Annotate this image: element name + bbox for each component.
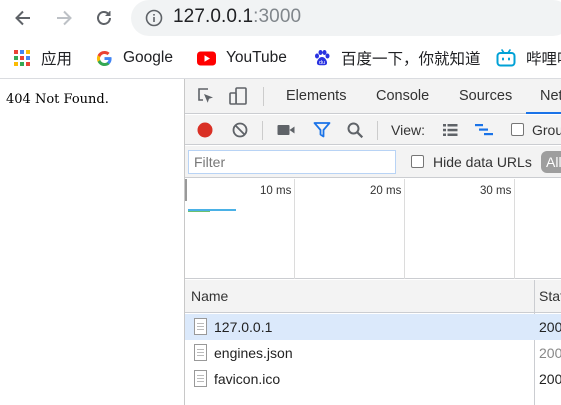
tab-console[interactable]: Console [376,79,429,114]
request-name: favicon.ico [214,371,281,387]
grid-line [514,179,515,279]
url-port: :3000 [253,6,302,27]
bookmark-label: Google [123,49,173,66]
filter-all-chip[interactable]: All [541,151,561,173]
forward-button[interactable] [50,4,78,32]
bookmark-bilibili[interactable]: 哔哩哔 [496,40,561,76]
column-header-name[interactable]: Name [191,280,228,313]
tab-sources[interactable]: Sources [459,79,512,114]
bookmarks-bar: 应用 Google YouTube du 百度一下，你就知道 哔哩哔 [0,40,561,76]
back-button[interactable] [9,4,37,32]
record-button[interactable] [194,119,216,141]
table-row[interactable]: 127.0.0.1 200 [185,314,561,340]
reload-button[interactable] [90,4,118,32]
overview-tick-label: 20 ms [370,185,402,197]
browser-toolbar: 127.0.0.1:3000 [0,0,561,36]
view-label: View: [391,122,425,138]
document-icon [194,370,207,387]
bookmark-label: 应用 [41,51,73,68]
arrow-right-icon [57,10,72,26]
svg-text:du: du [319,60,325,66]
waterfall-icon [475,124,493,136]
baidu-paw-icon: du [313,49,331,67]
bookmark-label: YouTube [226,49,287,66]
request-status: 200 [539,319,561,335]
inspect-cursor-icon [198,88,213,103]
document-icon [194,344,207,361]
record-icon [197,122,213,138]
search-button[interactable] [344,119,366,141]
request-status: 200 [539,345,561,361]
clear-icon [232,122,248,138]
overview-tick-label: 10 ms [260,185,292,197]
address-bar[interactable]: 127.0.0.1:3000 [131,0,561,36]
funnel-icon [313,122,331,138]
info-icon[interactable] [145,9,163,32]
page-body-text: 404 Not Found. [6,92,109,107]
device-toolbar-button[interactable] [227,85,249,107]
bookmark-apps[interactable]: 应用 [13,40,72,76]
tab-elements[interactable]: Elements [286,79,346,114]
tab-network[interactable]: Net [526,79,561,114]
bilibili-icon [496,49,516,67]
grid-line [404,179,405,279]
capture-screenshots-button[interactable] [275,119,297,141]
show-overview-button[interactable] [473,119,495,141]
bookmark-label: 百度一下，你就知道 [341,51,481,68]
request-name: 127.0.0.1 [214,319,273,335]
filter-bar: Hide data URLs All [185,146,561,178]
overview-tick-label: 30 ms [480,185,512,197]
group-by-frame-label: Grou [532,122,561,138]
bookmark-label: 哔哩哔 [526,51,561,68]
document-icon [194,318,207,335]
network-toolbar: View: Grou [185,115,561,145]
column-header-status[interactable]: Stat [539,280,561,313]
table-row[interactable]: favicon.ico 200 [185,366,561,392]
clear-button[interactable] [229,119,251,141]
reload-icon [97,11,111,25]
overview-start-marker [185,179,187,201]
toolbar-divider [262,121,263,140]
devtools-panel: Elements Console Sources Net View: Grou … [184,79,561,405]
url-host: 127.0.0.1 [173,6,254,27]
toolbar-divider [377,121,378,140]
request-status: 200 [539,371,561,387]
list-rows-icon [443,124,458,136]
table-header: Name Stat [185,280,561,313]
hide-data-urls-checkbox[interactable] [411,155,424,168]
toolbar-divider [263,87,264,106]
request-timing-bar [188,211,210,212]
filter-input[interactable] [188,150,396,174]
grid-line [294,179,295,279]
bookmark-baidu[interactable]: du 百度一下，你就知道 [313,40,481,76]
google-icon [96,50,113,67]
hide-data-urls-label: Hide data URLs [433,154,532,170]
devtools-tab-bar: Elements Console Sources Net [185,79,561,114]
video-camera-icon [277,125,295,135]
bookmark-youtube[interactable]: YouTube [197,40,287,76]
device-mobile-icon [229,87,247,105]
large-rows-button[interactable] [439,119,461,141]
network-overview: 10 ms 20 ms 30 ms [185,179,561,279]
group-by-frame-checkbox[interactable] [511,123,524,136]
arrow-left-icon [15,10,30,26]
inspect-element-button[interactable] [195,85,217,107]
search-icon [347,122,364,139]
youtube-icon [197,51,216,66]
filter-toggle-button[interactable] [311,119,333,141]
table-row[interactable]: engines.json 200 [185,340,561,366]
url-text: 127.0.0.1:3000 [173,6,301,28]
bookmark-google[interactable]: Google [96,40,173,76]
request-name: engines.json [214,345,293,361]
apps-grid-icon [13,49,31,67]
